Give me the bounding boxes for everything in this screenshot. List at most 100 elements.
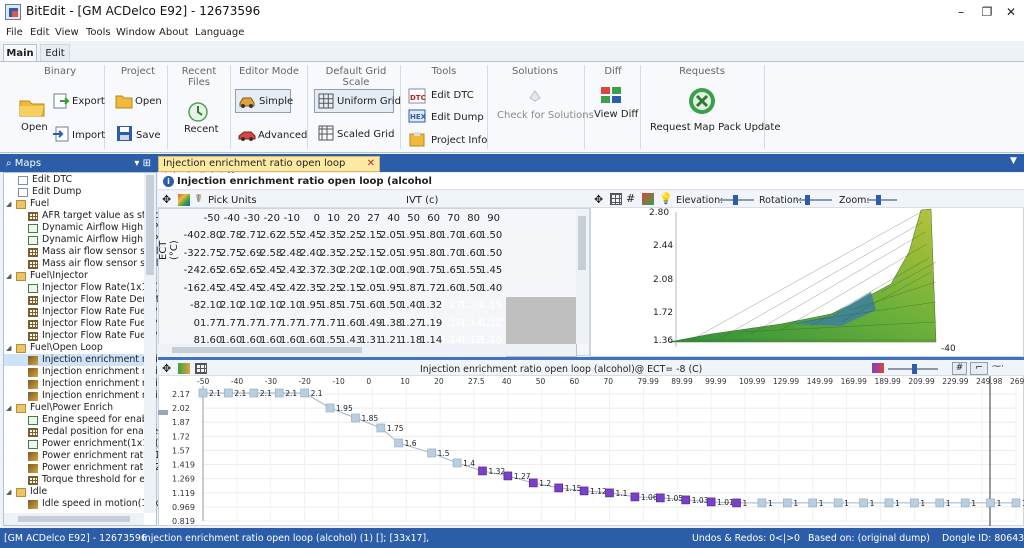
save-button[interactable] [116, 125, 133, 142]
table-cell[interactable]: 1.60 [220, 335, 242, 346]
check-for-solutions-button[interactable]: Check for Solutions [497, 110, 594, 121]
table-cell[interactable]: 1.21 [380, 335, 402, 346]
tree-folder[interactable]: ◢ Fuel\Injector [4, 270, 144, 282]
table-cell[interactable]: 1.40 [480, 283, 502, 294]
table-cell[interactable]: 2.45 [260, 283, 282, 294]
view-diff-button[interactable]: View Diff [594, 109, 638, 120]
column-header[interactable]: -50 [200, 213, 220, 224]
table-cell[interactable]: 1.43 [340, 335, 362, 346]
lightbulb-icon[interactable]: 💡 [659, 192, 673, 205]
tree-item[interactable]: Pedal position for enable [4, 426, 158, 438]
table-cell[interactable]: 1.38 [380, 318, 402, 329]
table-cell[interactable]: 1.95 [300, 300, 322, 311]
tree-item[interactable]: Injection enrichment rati [4, 354, 158, 366]
table-cell[interactable]: 1.27 [400, 318, 422, 329]
save-label[interactable]: Save [136, 130, 161, 141]
chart-line-button[interactable]: ⌐ [970, 362, 988, 375]
table-cell[interactable]: 1.60 [280, 335, 302, 346]
table-cell[interactable]: 1.18 [400, 335, 422, 346]
edit-dtc-button[interactable]: Edit DTC [431, 90, 474, 101]
chart-scatter-button[interactable]: ⁓· [992, 362, 1020, 375]
zoom-slider-thumb[interactable] [876, 195, 881, 205]
table-cell[interactable]: 2.78 [220, 230, 242, 241]
scaled-grid-button[interactable]: Scaled Grid [337, 129, 394, 140]
import-button[interactable] [52, 125, 70, 143]
row-header[interactable]: 0 [174, 318, 200, 329]
table-cell[interactable]: 2.45 [300, 230, 322, 241]
project-open-label[interactable]: Open [135, 96, 162, 107]
table-cell[interactable]: 1.65 [440, 265, 462, 276]
table-cell[interactable]: 2.05 [360, 283, 382, 294]
table-cell[interactable]: 2.65 [220, 265, 242, 276]
column-header[interactable]: -40 [220, 213, 240, 224]
table-cell[interactable]: 2.15 [360, 230, 382, 241]
table-cell[interactable]: 2.40 [300, 248, 322, 259]
column-header[interactable]: 27 [360, 213, 380, 224]
tab-edit[interactable]: Edit [40, 44, 70, 62]
document-tab[interactable]: Injection enrichment ratio open loop (al… [158, 156, 380, 183]
table-cell[interactable]: 2.71 [240, 230, 262, 241]
request-map-pack-update-button[interactable]: Request Map Pack Update [650, 122, 780, 133]
column-header[interactable]: 60 [420, 213, 440, 224]
search-icon[interactable]: ⌕ [6, 158, 15, 169]
table-cell[interactable]: 1.80 [420, 230, 442, 241]
table-cell[interactable]: 1.45 [480, 265, 502, 276]
table-cell[interactable]: 2.69 [240, 248, 262, 259]
table-cell[interactable]: 1.60 [240, 335, 262, 346]
column-header[interactable]: 20 [340, 213, 360, 224]
maps-scroll-thumb[interactable] [146, 175, 154, 275]
table-cell[interactable]: 1.19 [420, 318, 442, 329]
chart-grid-button[interactable]: # [952, 362, 967, 375]
binary-open-button[interactable] [18, 94, 46, 118]
table-cell[interactable]: 1.31 [360, 335, 382, 346]
menu-view[interactable]: View [55, 27, 79, 38]
table-cell[interactable]: 2.15 [360, 248, 382, 259]
table-cell[interactable]: 2.05 [380, 230, 402, 241]
pick-units-icon[interactable]: ☤ [195, 192, 202, 205]
surface-plot[interactable]: 2.80 2.44 2.08 1.72 1.36 -40 [590, 191, 1024, 357]
restore-button[interactable]: ❐ [976, 4, 998, 20]
table-cell[interactable]: 1.60 [440, 283, 462, 294]
move-icon[interactable]: ✥ [162, 362, 171, 375]
table-cell[interactable]: 1.95 [400, 230, 422, 241]
row-header[interactable]: -16 [174, 283, 200, 294]
color-map-icon[interactable] [642, 193, 654, 205]
table-cell[interactable]: 1.50 [480, 230, 502, 241]
close-tab-icon[interactable]: ✕ [367, 157, 375, 171]
tree-item[interactable]: AFR target value as stoic [4, 210, 159, 222]
table-cell[interactable]: 1.55 [460, 265, 482, 276]
zoom-slider[interactable] [867, 199, 897, 201]
tree-item[interactable]: Injector Flow Rate Fuel P [4, 330, 157, 342]
hash-grid-icon[interactable]: # [626, 192, 635, 205]
rotation-slider[interactable] [796, 199, 832, 201]
table-cell[interactable]: 1.14 [460, 318, 482, 329]
table-cell[interactable]: 1.10 [480, 335, 502, 346]
table-cell[interactable]: 2.75 [200, 248, 222, 259]
tree-item[interactable]: Dynamic Airflow High RP [4, 234, 158, 246]
pick-units-button[interactable]: Pick Units [208, 195, 257, 206]
table-cell[interactable]: 2.10 [280, 300, 302, 311]
table-cell[interactable]: 2.10 [220, 300, 242, 311]
table-cell[interactable]: 1.85 [320, 300, 342, 311]
tree-item[interactable]: Mass air flow sensor scal [4, 246, 159, 258]
table-cell[interactable]: 1.49 [360, 318, 382, 329]
table-cell[interactable]: 1.60 [200, 335, 222, 346]
grid-toggle-icon[interactable] [610, 193, 622, 205]
export-label[interactable]: Export [72, 96, 105, 107]
tree-item[interactable]: Mass air flow sensor scal [4, 258, 159, 270]
uniform-grid-label[interactable]: Uniform Grid [337, 96, 401, 107]
table-cell[interactable]: 2.45 [200, 283, 222, 294]
table-cell[interactable]: 2.62 [260, 230, 282, 241]
minimize-button[interactable]: – [950, 4, 972, 20]
table-cell[interactable]: 2.43 [280, 265, 302, 276]
table-cell[interactable]: 2.10 [240, 300, 262, 311]
column-header[interactable]: -30 [240, 213, 260, 224]
table-cell[interactable]: 1.55 [320, 335, 342, 346]
move-icon[interactable]: ✥ [162, 193, 171, 206]
table-cell[interactable]: 1.77 [260, 318, 282, 329]
table-cell[interactable]: 1.71 [320, 318, 342, 329]
column-header[interactable]: -10 [280, 213, 300, 224]
table-hscroll-thumb[interactable] [172, 347, 362, 353]
expand-arrow-icon[interactable]: ◢ [6, 270, 11, 282]
tree-item[interactable]: Injection enrichment rati [4, 366, 158, 378]
